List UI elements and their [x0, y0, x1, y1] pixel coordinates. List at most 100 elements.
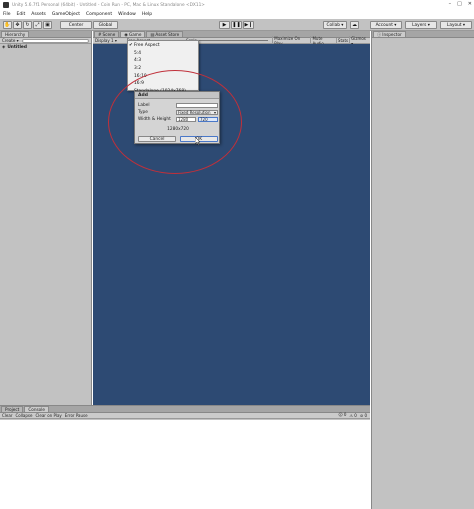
console-tabstrip: Project Console [0, 406, 370, 413]
height-input[interactable]: 720 [198, 117, 218, 122]
label-input[interactable] [176, 103, 218, 108]
pivot-label: Center [68, 22, 84, 28]
tab-console-label: Console [28, 407, 45, 412]
window-controls: – □ ✕ [449, 1, 472, 7]
tab-game[interactable]: ◉ Game [120, 31, 146, 37]
aspect-option-label: 4:3 [134, 58, 142, 64]
type-dropdown[interactable]: Fixed Resolution ▾ [176, 110, 218, 115]
menu-help[interactable]: Help [142, 12, 152, 17]
space-toggle-button[interactable]: Global [93, 21, 118, 29]
inspector-panel: ⓘ Inspector [371, 31, 474, 509]
tab-hierarchy-label: Hierarchy [5, 32, 26, 37]
tab-inspector[interactable]: ⓘ Inspector [373, 31, 406, 37]
aspect-option-label: 16:10 [134, 73, 147, 79]
mouse-cursor-icon [195, 137, 201, 145]
pause-icon: ❚❚ [232, 21, 241, 28]
account-dropdown[interactable]: Account ▾ [370, 21, 402, 29]
layers-dropdown[interactable]: Layers ▾ [405, 21, 437, 29]
scene-row[interactable]: ◈ Untitled [0, 44, 91, 50]
aspect-option-16-9[interactable]: 16:9 [128, 80, 198, 88]
aspect-option-label: 5:4 [134, 50, 142, 56]
game-tab-icon: ◉ [124, 32, 128, 37]
rotate-tool-button[interactable]: ↻ [23, 21, 32, 29]
label-field-label: Label [138, 103, 150, 108]
minimize-button[interactable]: – [449, 1, 452, 7]
type-field-label: Type [138, 110, 148, 115]
console-subbar: Clear Collapse Clear on Play Error Pause… [0, 412, 370, 419]
chevron-down-icon: ▾ [213, 110, 216, 115]
cloud-button[interactable]: ☁ [350, 21, 359, 29]
menu-component[interactable]: Component [86, 12, 112, 17]
pause-button[interactable]: ❚❚ [231, 21, 242, 29]
collab-button[interactable]: Collab ▾ [323, 21, 347, 29]
error-icon[interactable]: ⊘ 0 [360, 413, 367, 418]
cancel-button[interactable]: Cancel [138, 136, 176, 142]
rect-tool-button[interactable]: ▣ [43, 21, 52, 29]
hierarchy-panel: Hierarchy Create ▾ ◈ Untitled [0, 31, 92, 405]
collab-label: Collab ▾ [326, 22, 344, 28]
play-button[interactable]: ▶ [219, 21, 230, 29]
tab-hierarchy[interactable]: Hierarchy [1, 31, 30, 37]
clear-button[interactable]: Clear [2, 413, 12, 418]
step-button[interactable]: ▶❙ [243, 21, 254, 29]
tab-scene[interactable]: # Scene [94, 31, 120, 37]
aspect-option-3-2[interactable]: 3:2 [128, 65, 198, 73]
aspect-option-5-4[interactable]: 5:4 [128, 50, 198, 58]
cloud-icon: ☁ [352, 21, 357, 28]
aspect-option-free[interactable]: ✔ Free Aspect [128, 42, 198, 50]
menu-window[interactable]: Window [118, 12, 136, 17]
move-tool-button[interactable]: ✥ [13, 21, 22, 29]
hand-tool-button[interactable]: ✋ [3, 21, 12, 29]
info-icon: ⓘ [377, 31, 382, 37]
menu-edit[interactable]: Edit [17, 12, 26, 17]
unity-scene-icon: ◈ [2, 44, 6, 50]
tab-console[interactable]: Console [24, 406, 49, 412]
tab-asset-store[interactable]: ▤ Asset Store [146, 31, 184, 37]
window-title: Unity 5.6.7f1 Personal (64bit) - Untitle… [12, 2, 205, 8]
collapse-button[interactable]: Collapse [15, 413, 32, 418]
aspect-option-label: 3:2 [134, 66, 142, 72]
close-button[interactable]: ✕ [468, 1, 472, 7]
menu-bar: File Edit Assets GameObject Component Wi… [0, 10, 474, 19]
account-label: Account ▾ [375, 22, 397, 28]
console-log-area[interactable] [0, 420, 370, 509]
play-icon: ▶ [222, 21, 227, 28]
hierarchy-search-input[interactable] [21, 38, 89, 43]
clear-on-play-button[interactable]: Clear on Play [35, 413, 61, 418]
unity-logo-icon [3, 2, 9, 8]
scale-tool-button[interactable]: ⤢ [33, 21, 42, 29]
type-value: Fixed Resolution [178, 110, 211, 115]
stats-toggle[interactable]: Stats [335, 38, 349, 43]
log-icon[interactable]: 🛈 0 [339, 412, 347, 419]
tab-game-label: Game [128, 32, 142, 37]
asset-store-icon: ▤ [150, 32, 155, 37]
width-input[interactable]: 1280 [176, 117, 196, 122]
error-pause-button[interactable]: Error Pause [65, 413, 88, 418]
display-dropdown[interactable]: Display 1 ▾ [95, 38, 127, 43]
checkmark-icon: ✔ [129, 43, 133, 49]
aspect-option-16-10[interactable]: 16:10 [128, 72, 198, 80]
scale-icon: ⤢ [35, 21, 40, 28]
warning-icon[interactable]: ⚠ 0 [349, 413, 356, 418]
maximize-button[interactable]: □ [457, 1, 462, 7]
hand-icon: ✋ [4, 21, 11, 28]
create-dropdown[interactable]: Create ▾ [2, 38, 19, 43]
layout-dropdown[interactable]: Layout ▾ [440, 21, 472, 29]
move-icon: ✥ [15, 21, 20, 28]
menu-gameobject[interactable]: GameObject [52, 12, 80, 17]
cancel-label: Cancel [149, 136, 165, 142]
layout-label: Layout ▾ [446, 22, 466, 28]
space-label: Global [98, 22, 113, 28]
menu-assets[interactable]: Assets [31, 12, 46, 17]
tab-project-label: Project [5, 407, 20, 412]
aspect-option-4-3[interactable]: 4:3 [128, 57, 198, 65]
scale-slider[interactable] [198, 40, 269, 41]
dialog-title: Add [135, 92, 219, 99]
menu-file[interactable]: File [3, 12, 11, 17]
resolution-preview: 1280x720 [167, 127, 189, 132]
scene-tab-icon: # [98, 32, 102, 37]
inspector-tabstrip: ⓘ Inspector [372, 31, 474, 38]
tab-scene-label: Scene [102, 32, 116, 37]
tab-project[interactable]: Project [1, 406, 24, 412]
pivot-toggle-button[interactable]: Center [60, 21, 92, 29]
